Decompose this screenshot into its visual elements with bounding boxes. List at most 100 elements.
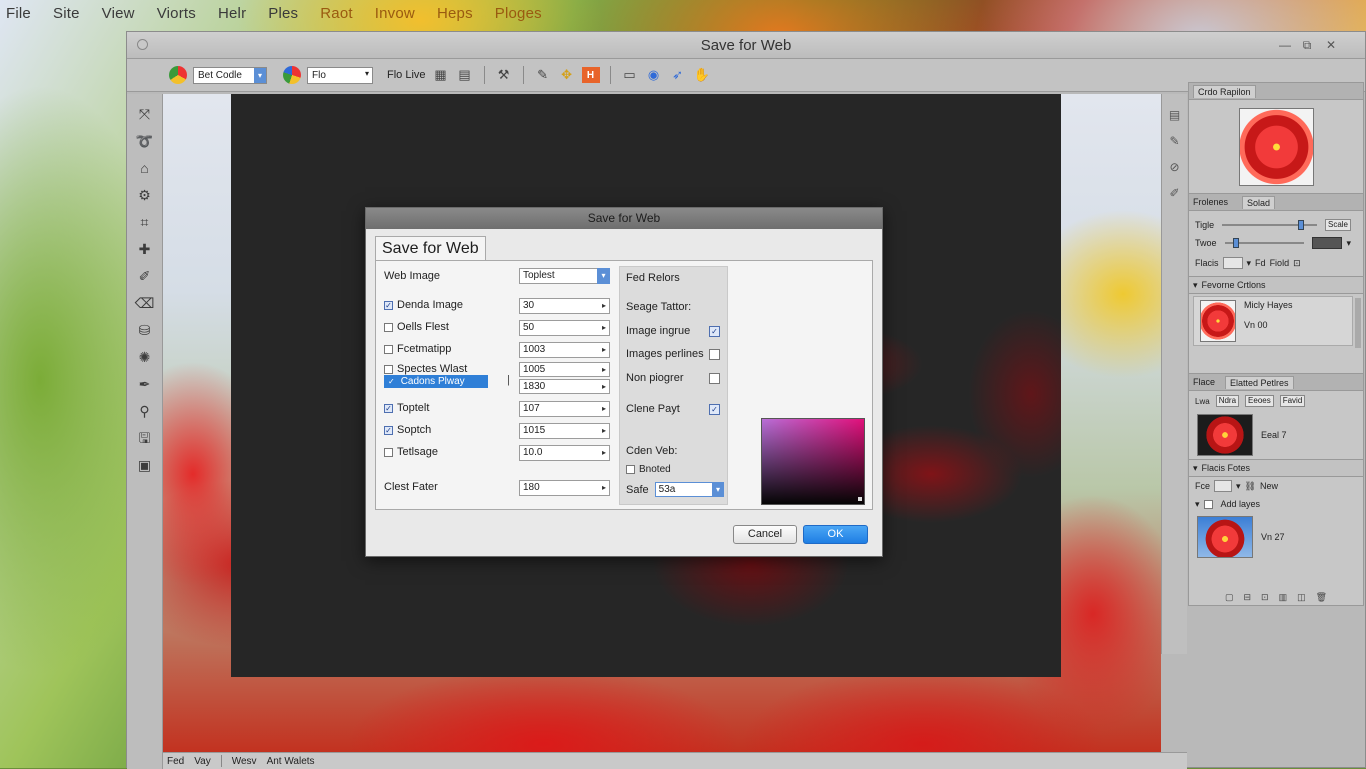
- lasso-tool-icon[interactable]: ➰: [134, 130, 156, 152]
- color-picker-handle[interactable]: [858, 497, 862, 501]
- puzzle-icon[interactable]: ✥: [558, 67, 576, 83]
- menu-raot[interactable]: Raot: [320, 5, 353, 22]
- option-row-selected[interactable]: ✓ Cadons Plway: [384, 375, 488, 388]
- gear-tool-icon[interactable]: ⚙: [134, 184, 156, 206]
- option-checkbox[interactable]: [384, 447, 393, 457]
- bucket-tool-icon[interactable]: ⛁: [134, 319, 156, 341]
- dialog-titlebar[interactable]: Save for Web: [366, 208, 882, 229]
- option-value-field[interactable]: 1830 ▸: [519, 379, 610, 394]
- safe-input[interactable]: 53a ▾: [654, 482, 724, 497]
- wand-icon[interactable]: ⚒: [495, 67, 513, 83]
- favorite-item[interactable]: Micly Hayes Vn 00: [1193, 296, 1353, 346]
- eraser-tool-icon[interactable]: ⌫: [134, 292, 156, 314]
- globe-icon[interactable]: ◉: [645, 67, 663, 83]
- eyedropper-tool-icon[interactable]: ⚲: [134, 400, 156, 422]
- elatted-tab[interactable]: Elatted Petlres: [1225, 375, 1294, 389]
- option-value-field[interactable]: 107 ▸: [519, 401, 610, 417]
- move-tool-icon[interactable]: ⤧: [134, 103, 156, 125]
- brush-panel-icon[interactable]: ✎: [1169, 134, 1179, 148]
- status-item[interactable]: Wesv: [232, 756, 257, 767]
- ok-button[interactable]: OK: [803, 525, 868, 544]
- chrome-icon[interactable]: [169, 66, 187, 84]
- brush-tool-icon[interactable]: ✐: [134, 265, 156, 287]
- dialog-tab[interactable]: Save for Web: [375, 236, 486, 260]
- menu-viorts[interactable]: Viorts: [157, 5, 196, 22]
- link-icon[interactable]: ⊡: [1293, 258, 1301, 269]
- web-image-select[interactable]: Toplest ▾: [519, 268, 610, 284]
- tigle-slider[interactable]: [1222, 220, 1317, 230]
- pen-tool-icon[interactable]: ✒: [134, 373, 156, 395]
- new-layer-icon[interactable]: ▢: [1225, 592, 1234, 603]
- trash-icon[interactable]: 🗑: [1316, 592, 1327, 603]
- option-value-field[interactable]: 10.0 ▸: [519, 445, 610, 461]
- zoom-tool-icon[interactable]: ▣: [134, 454, 156, 476]
- menu-view[interactable]: View: [102, 5, 135, 22]
- menu-ploges[interactable]: Ploges: [495, 5, 542, 22]
- new-label[interactable]: New: [1260, 481, 1278, 491]
- fce-select[interactable]: [1214, 480, 1233, 492]
- ndra-select[interactable]: Ndra: [1215, 395, 1240, 407]
- heal-tool-icon[interactable]: ✚: [134, 238, 156, 260]
- eeoes-select[interactable]: Eeoes: [1245, 395, 1274, 407]
- option-value-field[interactable]: 1003 ▸: [519, 342, 610, 358]
- option-value-field[interactable]: 1005 ▸: [519, 362, 610, 377]
- option-value-field[interactable]: 30 ▸: [519, 298, 610, 314]
- option-checkbox[interactable]: ✓: [384, 403, 393, 413]
- fiold-label[interactable]: Fiold: [1270, 258, 1290, 268]
- send-icon[interactable]: ➶: [669, 67, 687, 83]
- page-icon[interactable]: ▤: [456, 67, 474, 83]
- format-select[interactable]: Flo ▾: [307, 66, 373, 84]
- color-swatch[interactable]: [1312, 237, 1343, 249]
- menu-helr[interactable]: Helr: [218, 5, 246, 22]
- group-option-checkbox[interactable]: ✓: [709, 403, 720, 415]
- stamp-tool-icon[interactable]: ⌂: [134, 157, 156, 179]
- collapse-icon[interactable]: ▾: [1193, 280, 1198, 291]
- hand-icon[interactable]: ✋: [693, 67, 711, 83]
- adjust-icon[interactable]: ◫: [1297, 592, 1306, 603]
- option-checkbox[interactable]: ✓: [384, 300, 393, 310]
- preset-select[interactable]: Bet Codle ▾: [193, 66, 267, 84]
- link-icon[interactable]: ⛓: [1245, 481, 1256, 492]
- chevron-down-icon[interactable]: ▾: [1247, 258, 1252, 269]
- scrollbar[interactable]: [1355, 298, 1361, 348]
- favid-button[interactable]: Favid: [1279, 395, 1306, 407]
- blur-tool-icon[interactable]: ✺: [134, 346, 156, 368]
- slider-knob[interactable]: [1232, 238, 1239, 248]
- scale-select[interactable]: Scale: [1324, 219, 1351, 231]
- h-icon[interactable]: H: [581, 67, 600, 83]
- group-option-checkbox[interactable]: [709, 372, 720, 384]
- menu-ples[interactable]: Ples: [268, 5, 298, 22]
- solid-tab[interactable]: Solad: [1242, 195, 1276, 209]
- menu-site[interactable]: Site: [53, 5, 80, 22]
- group-icon[interactable]: ▥: [1279, 592, 1288, 603]
- option-value-field[interactable]: 1015 ▸: [519, 423, 610, 439]
- color-option-checkbox[interactable]: [626, 465, 635, 474]
- option-checkbox[interactable]: [384, 344, 393, 354]
- note-panel-icon[interactable]: ✐: [1169, 186, 1179, 200]
- flace-tab[interactable]: Flace: [1193, 377, 1215, 387]
- menu-file[interactable]: File: [6, 5, 31, 22]
- tag-panel-icon[interactable]: ⊘: [1169, 160, 1179, 174]
- color-picker[interactable]: [761, 418, 865, 505]
- collapse-icon[interactable]: ▾: [1195, 499, 1200, 510]
- bottom-value-field[interactable]: 180 ▸: [519, 480, 610, 496]
- crop-tool-icon[interactable]: ⌗: [134, 211, 156, 233]
- window-icon[interactable]: ▭: [621, 67, 639, 83]
- group-option-checkbox[interactable]: [709, 348, 720, 360]
- slider-knob[interactable]: [1298, 220, 1305, 230]
- properties-tab[interactable]: Frolenes: [1193, 197, 1228, 207]
- option-checkbox[interactable]: ✓: [384, 425, 393, 435]
- menu-invow[interactable]: Invow: [375, 5, 415, 22]
- group-option-checkbox[interactable]: ✓: [709, 325, 720, 337]
- cancel-button[interactable]: Cancel: [733, 525, 797, 544]
- mask-icon[interactable]: ⊡: [1261, 592, 1269, 603]
- close-button[interactable]: ✕: [1323, 38, 1339, 52]
- status-item[interactable]: Vay: [194, 756, 211, 767]
- option-checkbox[interactable]: [384, 322, 393, 332]
- flacis-select[interactable]: [1222, 257, 1243, 269]
- lwa-control[interactable]: Lwa: [1195, 397, 1210, 406]
- color-sample-tab[interactable]: Crdo Rapilon: [1193, 84, 1256, 98]
- color-wheel-icon[interactable]: [283, 66, 301, 84]
- flat-layer-item[interactable]: Vn 27: [1189, 513, 1363, 561]
- add-layer-checkbox[interactable]: [1203, 499, 1213, 509]
